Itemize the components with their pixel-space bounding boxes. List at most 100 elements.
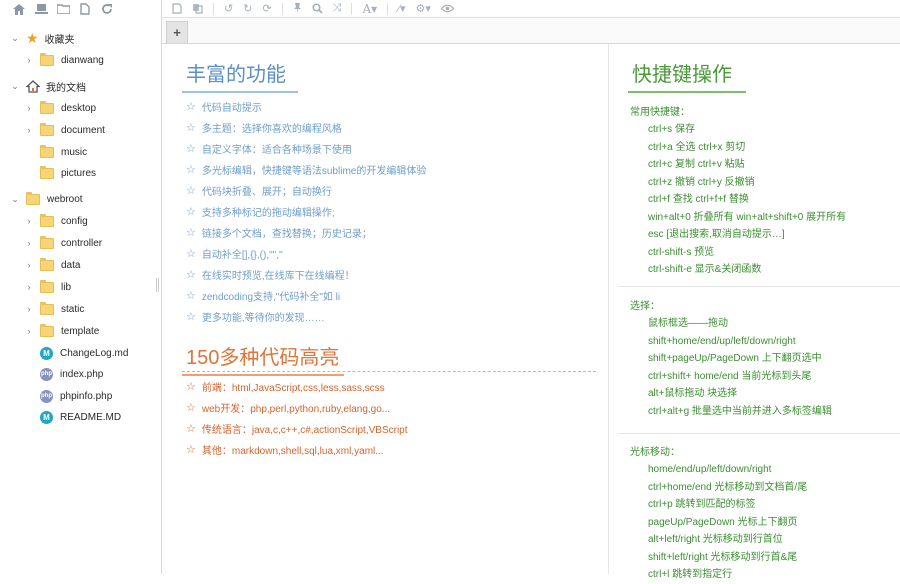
chevron-right-icon[interactable]: › xyxy=(24,326,34,336)
eye-icon[interactable] xyxy=(440,2,454,16)
list-item: ☆ 在线实时预览,在线库下在线编程！ xyxy=(186,264,426,285)
star-outline-icon: ☆ xyxy=(186,269,196,281)
chevron-down-icon[interactable]: ⌄ xyxy=(10,81,20,92)
shortcut-group-cursor: 光标移动： home/end/up/left/down/right ctrl+h… xyxy=(630,444,807,584)
tree-node-label: ChangeLog.md xyxy=(60,347,129,359)
folder-icon xyxy=(40,279,54,293)
star-outline-icon: ☆ xyxy=(186,290,196,302)
star-outline-icon: ☆ xyxy=(186,122,196,134)
chevron-right-icon[interactable]: › xyxy=(24,260,34,270)
list-item-text: zendcoding支持,"代码补全"如 li xyxy=(201,292,341,303)
shortcut-item: pageUp/PageDown 光标上下翻页 xyxy=(648,516,798,528)
file-icon[interactable] xyxy=(78,3,92,15)
folder-icon[interactable] xyxy=(56,3,70,15)
home-icon[interactable] xyxy=(12,3,26,15)
magic-wand-icon[interactable]: ⁄▾ xyxy=(398,2,405,16)
gear-icon[interactable]: ⚙▾ xyxy=(416,2,431,16)
list-item-text: 更多功能,等待你的发现…… xyxy=(201,313,325,324)
shortcut-item: ctrl+f 查找 ctrl+f+f 替换 xyxy=(648,194,749,205)
tree-node-phpinfo-php[interactable]: › php phpinfo.php xyxy=(24,386,112,406)
list-item-text: 链接多个文档，查找替换；历史记录； xyxy=(201,229,372,240)
shortcut-item: alt+left/right 光标移动到行首位 xyxy=(648,534,783,545)
star-outline-icon: ☆ xyxy=(186,206,196,218)
tree-node-desktop[interactable]: › desktop xyxy=(24,98,96,118)
list-item: ☆ 自动补全[],{},(),"",'' xyxy=(186,243,426,264)
list-item-text: 多光标编辑，快捷键等语法sublime的开发编辑体验 xyxy=(201,166,427,177)
features-title: 丰富的功能 xyxy=(182,58,298,93)
tree-node-index-php[interactable]: › php index.php xyxy=(24,364,103,384)
refresh-icon[interactable]: ⟳ xyxy=(262,2,271,16)
folder-icon xyxy=(40,165,54,179)
star-outline-icon: ☆ xyxy=(186,143,196,155)
undo-icon[interactable]: ↺ xyxy=(224,2,233,16)
list-item: ☆ 自定义字体：适合各种场景下使用 xyxy=(186,138,426,159)
laptop-icon[interactable] xyxy=(34,3,48,15)
tree-node-data[interactable]: › data xyxy=(24,255,80,275)
star-outline-icon: ☆ xyxy=(186,381,196,393)
tree-node-document[interactable]: › document xyxy=(24,120,105,140)
shortcut-group-heading: 光标移动： xyxy=(630,447,680,458)
tree-node-favorites[interactable]: ⌄ ★ 收藏夹 xyxy=(10,28,74,48)
tree-node-pictures[interactable]: › pictures xyxy=(24,163,96,183)
chevron-right-icon[interactable]: › xyxy=(24,125,34,135)
shortcut-item: esc [退出搜索,取消自动提示…] xyxy=(648,229,785,240)
copy-icon[interactable] xyxy=(192,2,203,16)
shuffle-icon[interactable]: ⤨ xyxy=(333,2,342,16)
list-item: ☆ 其他：markdown,shell,sql,lua,xml,yaml... xyxy=(186,439,408,460)
tree-node-template[interactable]: › template xyxy=(24,321,99,341)
font-icon[interactable]: A▾ xyxy=(362,2,377,16)
shortcuts-title: 快捷键操作 xyxy=(628,58,746,93)
tree-node-config[interactable]: › config xyxy=(24,211,88,231)
tree-node-label: 我的文档 xyxy=(46,82,86,94)
tree-node-label: controller xyxy=(61,237,103,249)
tree-node-controller[interactable]: › controller xyxy=(24,233,102,253)
shortcut-item: ctrl+alt+g 批量选中当前并进入多标签编辑 xyxy=(648,405,832,417)
chevron-right-icon[interactable]: › xyxy=(24,216,34,226)
folder-icon xyxy=(26,191,40,205)
save-icon[interactable] xyxy=(172,2,182,16)
tree-node-changelog[interactable]: › M ChangeLog.md xyxy=(24,343,128,363)
redo-icon[interactable]: ↻ xyxy=(243,2,252,16)
tree-node-dianwang[interactable]: › dianwang xyxy=(24,50,104,70)
shortcut-group-common: 常用快捷键： ctrl+s 保存 ctrl+a 全选 ctrl+x 剪切 ctr… xyxy=(630,104,846,279)
tree-node-webroot[interactable]: ⌄ webroot xyxy=(10,189,83,209)
pin-icon[interactable] xyxy=(293,2,302,16)
refresh-icon[interactable] xyxy=(100,3,114,15)
shortcut-item: ctrl+shift+ home/end 当前光标到头尾 xyxy=(648,370,812,382)
tree-node-label: index.php xyxy=(60,368,104,380)
tree-node-label: lib xyxy=(61,281,72,293)
tree-node-readme[interactable]: › M README.MD xyxy=(24,407,121,427)
chevron-right-icon[interactable]: › xyxy=(24,103,34,113)
add-tab-button[interactable]: + xyxy=(166,21,188,43)
list-item-text: 自定义字体：适合各种场景下使用 xyxy=(201,145,352,156)
markdown-file-icon: M xyxy=(40,410,53,424)
chevron-right-icon[interactable]: › xyxy=(24,282,34,292)
shortcut-item: shift+home/end/up/left/down/right xyxy=(648,335,796,347)
tree-node-music[interactable]: › music xyxy=(24,142,87,162)
chevron-right-icon[interactable]: › xyxy=(24,304,34,314)
tree-node-label: dianwang xyxy=(61,54,104,66)
shortcut-item: shift+left/right 光标移动到行首&尾 xyxy=(648,551,798,563)
shortcut-item: ctrl+home/end 光标移动到文档首/尾 xyxy=(648,481,808,493)
chevron-right-icon[interactable]: › xyxy=(24,55,34,65)
tree-node-static[interactable]: › static xyxy=(24,299,84,319)
list-item-text: 在线实时预览,在线库下在线编程！ xyxy=(201,271,355,282)
search-icon[interactable] xyxy=(312,2,323,16)
list-item: ☆ web开发：php,perl,python,ruby,elang,go... xyxy=(186,397,408,418)
folder-icon xyxy=(40,52,54,66)
tree-node-label: phpinfo.php xyxy=(60,390,113,402)
tree-node-lib[interactable]: › lib xyxy=(24,277,71,297)
list-item-text: 代码块折叠、展开；自动换行 xyxy=(201,187,332,198)
tree-node-label: webroot xyxy=(47,193,83,205)
list-item-text: web开发：php,perl,python,ruby,elang,go... xyxy=(201,404,391,415)
chevron-right-icon[interactable]: › xyxy=(24,238,34,248)
folder-icon xyxy=(40,100,54,114)
shortcut-item: ctrl+c 复制 ctrl+v 粘贴 xyxy=(648,159,745,170)
chevron-down-icon[interactable]: ⌄ xyxy=(10,33,20,44)
chevron-down-icon[interactable]: ⌄ xyxy=(10,194,20,205)
shortcut-item: ctrl+s 保存 xyxy=(648,124,695,135)
sidebar-resize-handle[interactable] xyxy=(156,278,159,292)
tree-node-my-documents[interactable]: ⌄ 我的文档 xyxy=(10,76,86,96)
star-outline-icon: ☆ xyxy=(186,423,196,435)
shortcut-item: ctrl+p 跳转到匹配的标签 xyxy=(648,499,756,510)
